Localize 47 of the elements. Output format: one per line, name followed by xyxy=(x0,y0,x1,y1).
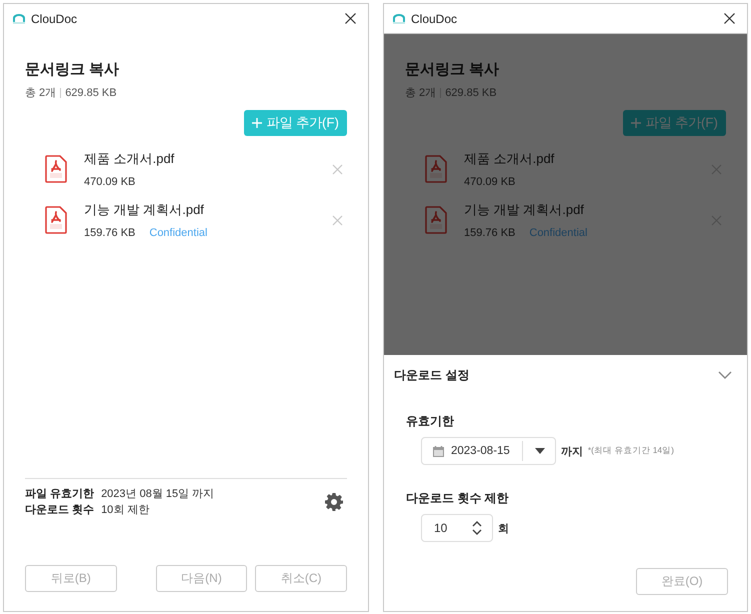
add-file-button[interactable]: 파일 추가(F) xyxy=(244,110,347,136)
date-note: *(최대 유효기간 14일) xyxy=(588,445,674,457)
file-count: 총 2개 xyxy=(25,86,56,100)
stepper-arrows-icon[interactable] xyxy=(472,520,482,536)
file-size: 470.09 KB xyxy=(84,176,136,188)
dialog-heading: 문서링크 복사 xyxy=(405,60,500,79)
panel-title: 다운로드 설정 xyxy=(394,366,470,384)
total-size: 629.85 KB xyxy=(65,86,117,98)
file-size: 159.76 KB xyxy=(84,227,136,239)
total-size: 629.85 KB xyxy=(445,86,497,98)
file-tag: Confidential xyxy=(529,227,588,239)
plus-icon xyxy=(631,118,642,128)
pdf-icon xyxy=(45,155,67,183)
file-name: 기능 개발 계획서.pdf xyxy=(84,201,205,219)
setting-value: 2023년 08월 15일 까지 xyxy=(101,487,214,502)
field-label: 다운로드 횟수 제한 xyxy=(406,490,510,507)
setting-value: 10회 제한 xyxy=(101,503,150,518)
caret-icon xyxy=(534,448,545,454)
settings-icon[interactable] xyxy=(324,492,344,512)
logo-icon xyxy=(12,13,26,24)
chevron-down-icon[interactable] xyxy=(718,371,732,379)
file-name: 제품 소개서.pdf xyxy=(464,150,556,168)
close-icon[interactable] xyxy=(345,13,356,24)
date-suffix: 까지 xyxy=(560,444,583,458)
window-title: ClouDoc xyxy=(411,12,458,26)
file-count: 총 2개 xyxy=(405,86,436,100)
file-tag: Confidential xyxy=(149,227,208,239)
dialog-heading: 문서링크 복사 xyxy=(25,60,120,79)
setting-label: 파일 유효기한 xyxy=(25,487,94,502)
plus-icon xyxy=(252,118,262,128)
add-file-button[interactable]: 파일 추가(F) xyxy=(623,110,726,136)
pdf-icon xyxy=(425,206,447,234)
unit-label: 회 xyxy=(498,522,509,536)
window-title: ClouDoc xyxy=(31,12,78,26)
setting-label: 다운로드 횟수 xyxy=(25,503,94,518)
date-picker[interactable]: 2023-08-15 xyxy=(421,437,556,465)
file-name: 기능 개발 계획서.pdf xyxy=(464,201,585,219)
file-size: 159.76 KB xyxy=(464,227,516,239)
close-icon[interactable] xyxy=(724,13,735,24)
file-name: 제품 소개서.pdf xyxy=(84,150,176,168)
number-spinner[interactable]: 10 xyxy=(421,514,493,542)
field-label: 유효기한 xyxy=(406,413,455,430)
pdf-icon xyxy=(425,155,447,183)
logo-icon xyxy=(392,13,406,24)
pdf-icon xyxy=(45,206,67,234)
file-size: 470.09 KB xyxy=(464,176,516,188)
calendar-icon xyxy=(432,444,445,458)
